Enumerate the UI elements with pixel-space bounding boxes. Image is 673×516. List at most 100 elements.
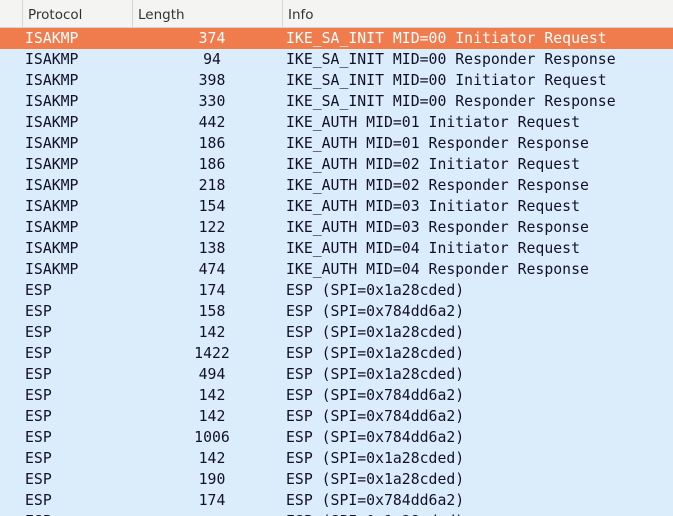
packet-length-cell: 398 <box>198 72 226 89</box>
packet-row[interactable]: ESP 174 ESP (SPI=0x1a28cded) <box>0 280 673 301</box>
packet-info-cell: ESP (SPI=0x784dd6a2) <box>286 387 465 404</box>
packet-row[interactable]: ISAKMP 186 IKE_AUTH MID=01 Responder Respo… <box>0 133 673 154</box>
packet-protocol-cell: ESP <box>25 345 52 362</box>
packet-protocol-cell: ESP <box>25 450 52 467</box>
packet-row[interactable]: ISAKMP 154 IKE_AUTH MID=03 Initiator Reque… <box>0 196 673 217</box>
packet-protocol-cell: ISAKMP <box>25 72 79 89</box>
packet-protocol-cell: ISAKMP <box>25 51 79 68</box>
packet-protocol-cell: ISAKMP <box>25 177 79 194</box>
packet-row[interactable]: ESP 494 ESP (SPI=0x1a28cded) <box>0 364 673 385</box>
packet-info-cell: IKE_AUTH MID=03 Responder Response <box>286 219 589 236</box>
packet-length-cell: 1006 <box>194 429 230 446</box>
packet-row[interactable]: ESP 174 ESP (SPI=0x784dd6a2) <box>0 490 673 511</box>
packet-row[interactable]: ISAKMP 442 IKE_AUTH MID=01 Initiator Reque… <box>0 112 673 133</box>
packet-length-cell <box>152 511 272 516</box>
packet-row[interactable]: ISAKMP 94 IKE_SA_INIT MID=00 Responder Res… <box>0 49 673 70</box>
packet-info-cell: ESP (SPI=0x1a28cded) <box>286 471 465 488</box>
packet-length-cell: 138 <box>198 240 226 257</box>
packet-protocol-cell: ESP <box>25 303 52 320</box>
packet-info-cell: IKE_AUTH MID=04 Initiator Request <box>286 240 580 257</box>
packet-protocol-cell: ESP <box>25 429 52 446</box>
packet-info-cell: ESP (SPI=0x1a28cded) <box>286 345 465 362</box>
packet-info-cell: ESP (SPI=0x1a28cded) <box>286 511 673 516</box>
packet-length-cell: 494 <box>198 366 226 383</box>
packet-info-cell: ESP (SPI=0x784dd6a2) <box>286 303 465 320</box>
packet-protocol-cell: ISAKMP <box>25 114 79 131</box>
packet-info-cell: ESP (SPI=0x1a28cded) <box>286 282 465 299</box>
packet-length-cell: 442 <box>198 114 226 131</box>
packet-length-cell: 174 <box>198 492 226 509</box>
packet-length-cell: 154 <box>198 198 226 215</box>
packet-info-cell: IKE_AUTH MID=03 Initiator Request <box>286 198 580 215</box>
column-header: Protocol Length Info <box>0 0 673 28</box>
packet-protocol-cell: ISAKMP <box>25 93 79 110</box>
column-header-protocol[interactable]: Protocol <box>22 0 132 27</box>
packet-row-selected[interactable]: ISAKMP 374 IKE_SA_INIT MID=00 Initiator Re… <box>0 28 673 49</box>
packet-info-cell: IKE_SA_INIT MID=00 Responder Response <box>286 51 616 68</box>
packet-length-cell: 474 <box>198 261 226 278</box>
packet-row[interactable]: ESP 142 ESP (SPI=0x784dd6a2) <box>0 406 673 427</box>
packet-row[interactable]: ESP 1422 ESP (SPI=0x1a28cded) <box>0 343 673 364</box>
packet-protocol-cell: ESP <box>25 366 52 383</box>
packet-length-cell: 142 <box>198 324 226 341</box>
packet-protocol-cell: ESP <box>25 408 52 425</box>
packet-length-cell: 1422 <box>194 345 230 362</box>
packet-protocol-cell: ESP <box>25 324 52 341</box>
packet-protocol-cell: ISAKMP <box>25 135 79 152</box>
packet-protocol-cell: ESP <box>25 387 52 404</box>
column-header-length[interactable]: Length <box>132 0 282 27</box>
packet-info-cell: IKE_SA_INIT MID=00 Responder Response <box>286 93 616 110</box>
packet-protocol-cell: ISAKMP <box>25 219 79 236</box>
column-header-info[interactable]: Info <box>282 0 673 27</box>
packet-protocol-cell: ISAKMP <box>25 30 79 47</box>
packet-row[interactable]: ISAKMP 122 IKE_AUTH MID=03 Responder Respo… <box>0 217 673 238</box>
packet-protocol-cell: ESP <box>25 511 130 516</box>
packet-row[interactable]: ISAKMP 398 IKE_SA_INIT MID=00 Initiator Re… <box>0 70 673 91</box>
packet-info-cell: IKE_AUTH MID=02 Initiator Request <box>286 156 580 173</box>
packet-length-cell: 94 <box>203 51 221 68</box>
packet-row[interactable]: ISAKMP 474 IKE_AUTH MID=04 Responder Respo… <box>0 259 673 280</box>
packet-length-cell: 174 <box>198 282 226 299</box>
packet-info-cell: IKE_AUTH MID=04 Responder Response <box>286 261 589 278</box>
packet-info-cell: ESP (SPI=0x784dd6a2) <box>286 408 465 425</box>
packet-length-cell: 218 <box>198 177 226 194</box>
packet-length-cell: 186 <box>198 156 226 173</box>
packet-row[interactable]: ESP 142 ESP (SPI=0x784dd6a2) <box>0 385 673 406</box>
packet-protocol-cell: ESP <box>25 471 52 488</box>
packet-info-cell: IKE_AUTH MID=02 Responder Response <box>286 177 589 194</box>
packet-info-cell: ESP (SPI=0x1a28cded) <box>286 450 465 467</box>
column-header-no[interactable] <box>0 0 22 27</box>
packet-length-cell: 158 <box>198 303 226 320</box>
packet-row[interactable]: ISAKMP 138 IKE_AUTH MID=04 Initiator Reque… <box>0 238 673 259</box>
packet-protocol-cell: ESP <box>25 492 52 509</box>
packet-length-cell: 122 <box>198 219 226 236</box>
packet-rows: ISAKMP 374 IKE_SA_INIT MID=00 Initiator Re… <box>0 28 673 516</box>
packet-length-cell: 142 <box>198 408 226 425</box>
packet-length-cell: 190 <box>198 471 226 488</box>
packet-row[interactable]: ISAKMP 186 IKE_AUTH MID=02 Initiator Reque… <box>0 154 673 175</box>
packet-length-cell: 142 <box>198 387 226 404</box>
packet-row[interactable]: ESP 142 ESP (SPI=0x1a28cded) <box>0 448 673 469</box>
packet-info-cell: IKE_AUTH MID=01 Responder Response <box>286 135 589 152</box>
packet-info-cell: ESP (SPI=0x784dd6a2) <box>286 492 465 509</box>
packet-row[interactable]: ESP 1006 ESP (SPI=0x784dd6a2) <box>0 427 673 448</box>
packet-row[interactable]: ESP 190 ESP (SPI=0x1a28cded) <box>0 469 673 490</box>
packet-info-cell: ESP (SPI=0x1a28cded) <box>286 366 465 383</box>
packet-row[interactable]: ISAKMP 218 IKE_AUTH MID=02 Responder Respo… <box>0 175 673 196</box>
packet-length-cell: 374 <box>198 30 226 47</box>
packet-info-cell: ESP (SPI=0x784dd6a2) <box>286 429 465 446</box>
packet-info-cell: IKE_SA_INIT MID=00 Initiator Request <box>286 30 607 47</box>
packet-row[interactable]: ISAKMP 330 IKE_SA_INIT MID=00 Responder Re… <box>0 91 673 112</box>
packet-info-cell: ESP (SPI=0x1a28cded) <box>286 324 465 341</box>
packet-length-cell: 186 <box>198 135 226 152</box>
packet-protocol-cell: ISAKMP <box>25 198 79 215</box>
packet-length-cell: 142 <box>198 450 226 467</box>
packet-info-cell: IKE_AUTH MID=01 Initiator Request <box>286 114 580 131</box>
packet-row[interactable]: ESP ESP (SPI=0x1a28cded) <box>0 511 673 516</box>
packet-protocol-cell: ISAKMP <box>25 261 79 278</box>
packet-list: Protocol Length Info ISAKMP 374 IKE_SA_INI… <box>0 0 673 516</box>
packet-protocol-cell: ISAKMP <box>25 240 79 257</box>
packet-length-cell: 330 <box>198 93 226 110</box>
packet-row[interactable]: ESP 158 ESP (SPI=0x784dd6a2) <box>0 301 673 322</box>
packet-row[interactable]: ESP 142 ESP (SPI=0x1a28cded) <box>0 322 673 343</box>
